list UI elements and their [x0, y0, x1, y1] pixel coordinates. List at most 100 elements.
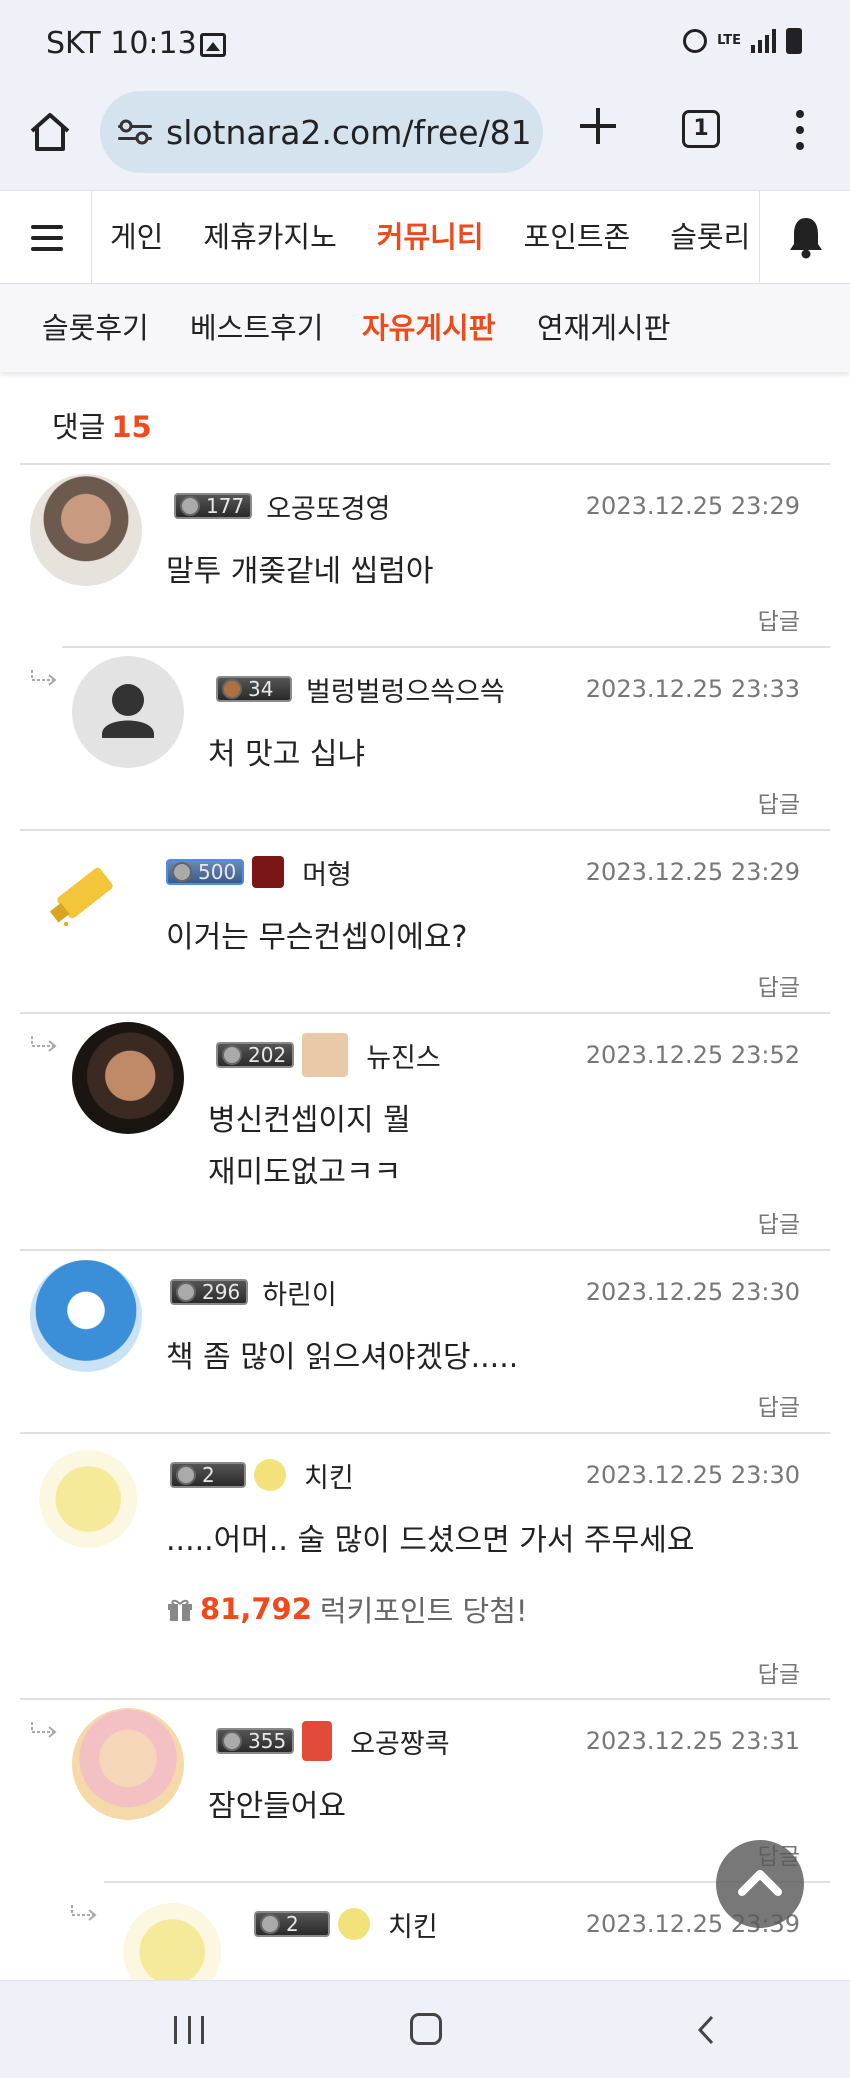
reply-button[interactable]: 답글 [758, 1655, 800, 1689]
nav-item-partner-casino[interactable]: 제휴카지노 [203, 191, 336, 284]
comment-text: 처 맛고 십냐 [208, 737, 366, 772]
avatar[interactable] [30, 474, 142, 586]
level-badge: 202 [216, 1042, 295, 1068]
sub-item-best-review[interactable]: 베스트후기 [190, 284, 323, 372]
avatar[interactable] [72, 1708, 184, 1820]
nickname[interactable]: 치킨 [304, 1456, 354, 1495]
nickname[interactable]: 오공또경영 [266, 487, 390, 526]
comment-date: 2023.12.25 23:33 [585, 675, 800, 703]
back-icon[interactable] [690, 2013, 724, 2047]
comment: 296 하린이 2023.12.25 23:30 책 좀 많이 읽으셔야겠당..… [0, 1250, 850, 1432]
scroll-to-top-button[interactable] [716, 1840, 804, 1928]
comment: 500 머형 2023.12.25 23:29 이거는 무슨컨셉이에요? 답글 [0, 830, 850, 1012]
comments-label: 댓글 [52, 410, 106, 444]
reply-arrow-icon [31, 1722, 57, 1738]
comment-text: 병신컨셉이지 뭘 [208, 1103, 411, 1138]
lucky-text: 럭키포인트 당첨! [319, 1594, 528, 1628]
level-badge: 296 [170, 1279, 249, 1305]
reply-button[interactable]: 답글 [758, 602, 800, 636]
comments-header: 댓글 15 [52, 404, 152, 446]
level-number: 177 [206, 494, 245, 518]
sub-item-slot-review[interactable]: 슬롯후기 [42, 284, 149, 372]
lucky-point-notice: 81,792 럭키포인트 당첨! [166, 1588, 528, 1630]
nickname[interactable]: 오공짱콕 [350, 1722, 449, 1761]
status-icons: LTE [683, 28, 802, 54]
level-number: 355 [248, 1729, 287, 1753]
home-icon[interactable] [28, 110, 72, 154]
nickname[interactable]: 뉴진스 [366, 1036, 441, 1075]
comment-text: 재미도없고ㅋㅋ [208, 1155, 402, 1190]
comment-reply: 202 뉴진스 2023.12.25 23:52 병신컨셉이지 뭘 재미도없고ㅋ… [0, 1013, 850, 1249]
nickname[interactable]: 벌렁벌렁으쓱으쓱 [306, 670, 505, 709]
avatar[interactable] [30, 1260, 142, 1372]
level-number: 202 [248, 1043, 287, 1067]
comment-date: 2023.12.25 23:29 [585, 858, 800, 886]
user-badge-icon [302, 1033, 349, 1077]
comment-text: 말투 개좆같네 씹럼아 [166, 554, 434, 589]
notification-button[interactable] [759, 191, 850, 284]
nav-item-community[interactable]: 커뮤니티 [377, 191, 484, 284]
comment: 2 치킨 2023.12.25 23:30 .....어머.. 술 많이 드셨으… [0, 1433, 850, 1698]
comment-date: 2023.12.25 23:52 [585, 1041, 800, 1069]
system-home-icon[interactable] [410, 2013, 442, 2045]
reply-button[interactable]: 답글 [758, 968, 800, 1002]
system-nav-bar [0, 1980, 850, 2078]
site-settings-icon[interactable] [118, 119, 152, 145]
level-badge: 177 [174, 493, 253, 519]
level-badge: 355 [216, 1728, 295, 1754]
nickname[interactable]: 하린이 [262, 1273, 337, 1312]
avatar[interactable] [30, 840, 142, 952]
tabs-icon[interactable]: 1 [682, 110, 720, 148]
comment-meta: 2 치킨 [254, 1904, 438, 1944]
avatar[interactable] [72, 656, 184, 768]
nickname[interactable]: 머형 [302, 853, 352, 892]
address-bar[interactable]: slotnara2.com/free/81 [100, 91, 543, 173]
url-text[interactable]: slotnara2.com/free/81 [166, 113, 532, 152]
sub-item-serial-board[interactable]: 연재게시판 [537, 284, 670, 372]
menu-icon[interactable] [796, 110, 804, 150]
avatar[interactable] [30, 1443, 142, 1555]
alarm-icon [683, 29, 708, 53]
comment: 177 오공또경영 2023.12.25 23:29 말투 개좆같네 씹럼아 답… [0, 464, 850, 646]
level-icon [260, 1914, 280, 1934]
level-icon [222, 679, 242, 699]
reply-arrow-icon [31, 1036, 57, 1052]
level-number: 2 [286, 1912, 299, 1936]
site-nav: 게인 제휴카지노 커뮤니티 포인트존 슬롯리 [0, 190, 850, 284]
comment-meta: 296 하린이 [170, 1272, 337, 1312]
level-icon [176, 1465, 196, 1485]
sub-nav: 슬롯후기 베스트후기 자유게시판 연재게시판 [0, 284, 850, 372]
comment-meta: 2 치킨 [170, 1455, 354, 1495]
recent-apps-icon[interactable] [174, 2016, 204, 2044]
avatar[interactable] [114, 1896, 226, 1980]
comments-count: 15 [111, 410, 152, 444]
comment-date: 2023.12.25 23:29 [585, 492, 800, 520]
level-icon [222, 1045, 242, 1065]
comment-meta: 500 머형 [166, 852, 352, 892]
reply-button[interactable]: 답글 [758, 785, 800, 819]
user-badge-icon [254, 1459, 286, 1491]
nav-item-game[interactable]: 게인 [110, 191, 163, 284]
avatar[interactable] [72, 1022, 184, 1134]
comment-reply: 34 벌렁벌렁으쓱으쓱 2023.12.25 23:33 처 맛고 십냐 답글 [0, 647, 850, 829]
level-icon [180, 496, 200, 516]
level-badge: 2 [170, 1462, 246, 1488]
comment-meta: 355 오공짱콕 [216, 1721, 450, 1761]
reply-arrow-icon [71, 1905, 97, 1921]
hamburger-menu-icon[interactable] [0, 191, 92, 284]
nickname[interactable]: 치킨 [388, 1905, 438, 1944]
reply-button[interactable]: 답글 [758, 1388, 800, 1422]
comment-meta: 177 오공또경영 [174, 486, 390, 526]
status-time: SKT 10:13 [46, 26, 197, 61]
battery-icon [786, 28, 802, 54]
comment-date: 2023.12.25 23:30 [585, 1461, 800, 1489]
new-tab-icon[interactable] [578, 106, 618, 146]
status-bar: SKT 10:13 LTE [0, 0, 850, 86]
nav-item-point-zone[interactable]: 포인트존 [524, 191, 631, 284]
gift-icon [168, 1599, 192, 1621]
user-badge-icon [252, 856, 285, 888]
level-badge: 500 [166, 859, 245, 885]
reply-button[interactable]: 답글 [758, 1205, 800, 1239]
nav-item-slot[interactable]: 슬롯리 [670, 191, 750, 284]
sub-item-free-board[interactable]: 자유게시판 [362, 284, 495, 372]
